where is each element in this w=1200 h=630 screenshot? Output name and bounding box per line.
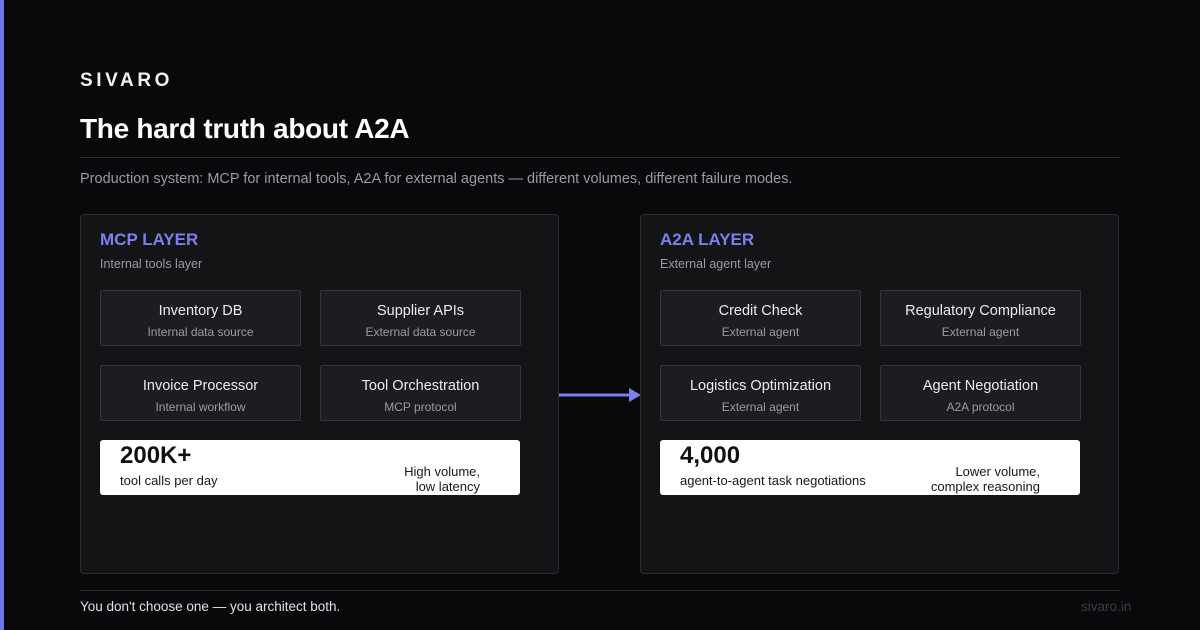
panel-subtitle: Internal tools layer — [100, 257, 203, 271]
stat-note-line: low latency — [415, 479, 480, 494]
mcp-layer-panel: MCP LAYER Internal tools layer Inventory… — [80, 214, 559, 574]
node-supplier-apis: Supplier APIs External data source — [320, 290, 521, 346]
panel-subtitle: External agent layer — [660, 257, 772, 271]
accent-bar — [0, 0, 4, 630]
node-name: Logistics Optimization — [689, 378, 832, 394]
stat-label: tool calls per day — [120, 473, 218, 488]
node-logistics-optimization: Logistics Optimization External agent — [660, 365, 861, 421]
arrow-right-icon — [559, 388, 641, 402]
node-name: Invoice Processor — [142, 378, 259, 394]
stat-note-line: complex reasoning — [930, 479, 1040, 494]
stat-value: 200K+ — [120, 442, 192, 469]
stat-note-line: High volume, — [404, 464, 480, 479]
stat-value: 4,000 — [680, 442, 741, 469]
node-inventory-db: Inventory DB Internal data source — [100, 290, 301, 346]
node-description: Internal workflow — [155, 400, 246, 414]
node-description: A2A protocol — [946, 400, 1015, 414]
node-regulatory-compliance: Regulatory Compliance External agent — [880, 290, 1081, 346]
brand-logo: SIVARO — [80, 70, 174, 91]
node-name: Credit Check — [718, 303, 803, 319]
node-description: External agent — [721, 325, 800, 339]
panel-title: MCP LAYER — [100, 230, 199, 249]
site-url: sivaro.in — [1081, 599, 1132, 614]
page-title: The hard truth about A2A — [80, 113, 410, 144]
stat-label: agent-to-agent task negotiations — [680, 473, 866, 488]
page-subtitle: Production system: MCP for internal tool… — [80, 171, 793, 187]
mcp-stat-card: 200K+ tool calls per day High volume, lo… — [100, 440, 520, 495]
a2a-layer-panel: A2A LAYER External agent layer Credit Ch… — [640, 214, 1119, 574]
node-description: External agent — [721, 400, 800, 414]
footer-tagline: You don't choose one — you architect bot… — [80, 599, 341, 614]
node-credit-check: Credit Check External agent — [660, 290, 861, 346]
node-name: Inventory DB — [158, 303, 243, 319]
a2a-stat-card: 4,000 agent-to-agent task negotiations L… — [660, 440, 1080, 495]
node-name: Supplier APIs — [376, 303, 465, 319]
divider-bottom — [80, 590, 1120, 591]
node-name: Agent Negotiation — [922, 378, 1039, 394]
node-description: MCP protocol — [384, 400, 457, 414]
divider-top — [80, 157, 1120, 158]
node-invoice-processor: Invoice Processor Internal workflow — [100, 365, 301, 421]
node-description: External agent — [941, 325, 1020, 339]
stat-note: High volume, low latency — [404, 464, 480, 494]
node-description: Internal data source — [147, 325, 254, 339]
stat-note: Lower volume, complex reasoning — [931, 464, 1040, 494]
node-tool-orchestration: Tool Orchestration MCP protocol — [320, 365, 521, 421]
node-name: Regulatory Compliance — [905, 303, 1056, 319]
stat-note-line: Lower volume, — [955, 464, 1040, 479]
node-description: External data source — [365, 325, 476, 339]
node-name: Tool Orchestration — [361, 378, 480, 394]
panel-title: A2A LAYER — [660, 230, 755, 249]
node-agent-negotiation: Agent Negotiation A2A protocol — [880, 365, 1081, 421]
